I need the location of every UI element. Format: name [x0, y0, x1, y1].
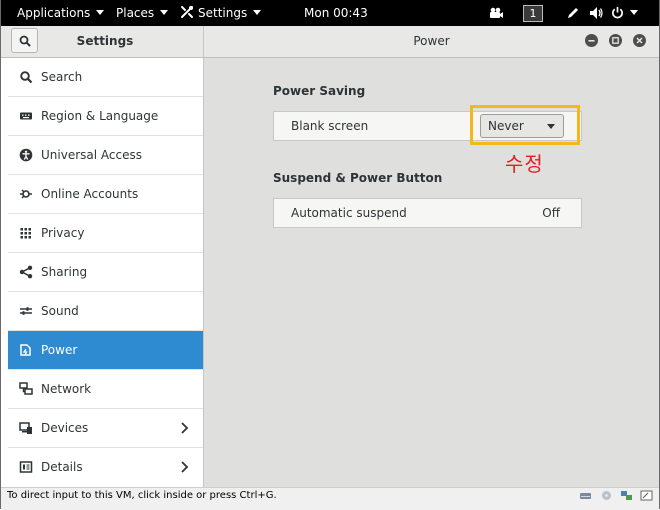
- status-text: To direct input to this VM, click inside…: [7, 490, 277, 501]
- volume-icon[interactable]: [589, 6, 603, 20]
- sidebar-item-universal-access[interactable]: Universal Access: [8, 136, 203, 175]
- sidebar-item-label: Region & Language: [41, 109, 159, 123]
- places-menu[interactable]: Places: [116, 0, 169, 26]
- applications-menu[interactable]: Applications: [17, 0, 105, 26]
- annotation-text: 수정: [505, 152, 544, 176]
- header-bar-left: Settings: [1, 26, 204, 57]
- status-icons: [575, 490, 653, 504]
- gnome-top-bar: Applications Places Settings Mon 00:43 1: [1, 0, 659, 26]
- chevron-down-icon: [96, 10, 105, 15]
- places-label: Places: [116, 6, 155, 20]
- close-button[interactable]: [633, 34, 646, 47]
- settings-app-menu[interactable]: Settings: [180, 0, 262, 26]
- details-icon: [19, 461, 33, 473]
- online-accounts-icon: [20, 189, 32, 199]
- header-bar: Settings Power: [1, 26, 659, 58]
- sidebar-item-network[interactable]: Network: [8, 370, 203, 409]
- sidebar-item-label: Power: [41, 343, 78, 357]
- accessibility-icon: [19, 148, 33, 162]
- sidebar-item-privacy[interactable]: Privacy: [8, 214, 203, 253]
- workspace-indicator[interactable]: 1: [523, 5, 543, 22]
- chevron-down-icon: [160, 10, 169, 15]
- settings-title: Settings: [76, 34, 134, 48]
- search-icon: [20, 71, 33, 84]
- sidebar-item-sharing[interactable]: Sharing: [8, 253, 203, 292]
- search-button[interactable]: [11, 28, 38, 53]
- sidebar-item-label: Search: [41, 70, 83, 84]
- sidebar-item-power[interactable]: Power: [8, 331, 203, 370]
- chevron-down-icon: [630, 10, 638, 15]
- blank-screen-row: Blank screen Never: [273, 111, 582, 141]
- sidebar-item-label: Sound: [41, 304, 79, 318]
- sidebar-item-label: Online Accounts: [41, 187, 139, 201]
- system-menu[interactable]: [611, 0, 638, 26]
- clock[interactable]: Mon 00:43: [304, 0, 368, 26]
- devices-icon: [19, 422, 32, 434]
- settings-sidebar: Search Region & Language Universal Acces…: [8, 58, 204, 487]
- power-plug-icon: [20, 344, 31, 356]
- pen-tool-icon[interactable]: [566, 6, 580, 20]
- sidebar-item-label: Details: [41, 460, 83, 474]
- sidebar-item-label: Privacy: [41, 226, 85, 240]
- power-icon: [612, 6, 623, 18]
- minimize-icon: [588, 40, 595, 42]
- chevron-right-icon: [181, 461, 189, 473]
- hard-disk-icon[interactable]: [579, 490, 592, 501]
- sidebar-item-online-accounts[interactable]: Online Accounts: [8, 175, 203, 214]
- sidebar-item-search[interactable]: Search: [8, 58, 203, 97]
- blank-screen-dropdown[interactable]: Never: [480, 114, 564, 138]
- keyboard-icon: [20, 112, 32, 120]
- automatic-suspend-value: Off: [542, 206, 560, 220]
- vm-status-bar: To direct input to this VM, click inside…: [1, 487, 659, 510]
- chevron-right-icon: [181, 422, 189, 434]
- sidebar-item-devices[interactable]: Devices: [8, 409, 203, 448]
- sound-icon: [20, 307, 32, 315]
- sidebar-item-details[interactable]: Details: [8, 448, 203, 487]
- settings-label: Settings: [198, 6, 248, 20]
- sidebar-item-label: Devices: [41, 421, 89, 435]
- chevron-down-icon: [253, 10, 262, 15]
- settings-tools-icon: [181, 6, 193, 18]
- sidebar-item-label: Sharing: [41, 265, 88, 279]
- power-saving-heading: Power Saving: [273, 84, 366, 98]
- sidebar-item-sound[interactable]: Sound: [8, 292, 203, 331]
- chevron-down-icon: [547, 124, 555, 129]
- blank-screen-value: Never: [488, 119, 524, 133]
- suspend-heading: Suspend & Power Button: [273, 171, 443, 185]
- message-icon[interactable]: [640, 490, 653, 501]
- blank-screen-label: Blank screen: [291, 119, 369, 133]
- network-adapter-icon[interactable]: [620, 490, 633, 501]
- camera-icon[interactable]: [489, 7, 503, 21]
- minimize-button[interactable]: [585, 34, 598, 47]
- sidebar-item-label: Network: [41, 382, 92, 396]
- maximize-icon: [612, 37, 619, 44]
- applications-label: Applications: [17, 6, 91, 20]
- power-panel: Power Saving Blank screen Never Suspend …: [204, 58, 659, 487]
- search-icon: [19, 35, 31, 47]
- privacy-icon: [20, 228, 31, 239]
- share-icon: [19, 265, 33, 279]
- network-icon: [19, 382, 33, 395]
- automatic-suspend-label: Automatic suspend: [291, 206, 407, 220]
- automatic-suspend-row[interactable]: Automatic suspend Off: [273, 198, 582, 228]
- maximize-button[interactable]: [609, 34, 622, 47]
- close-icon: [636, 37, 643, 44]
- sidebar-item-region-language[interactable]: Region & Language: [8, 97, 203, 136]
- sidebar-item-label: Universal Access: [41, 148, 142, 162]
- cd-rom-icon[interactable]: [600, 490, 613, 501]
